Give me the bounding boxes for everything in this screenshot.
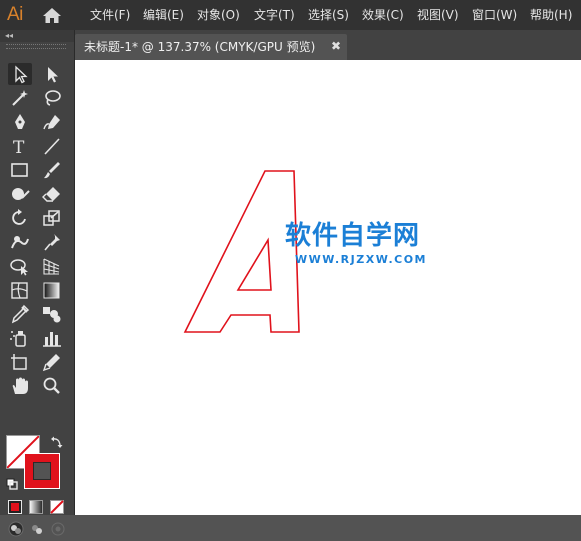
warp-icon[interactable] [8,231,32,253]
menu-file[interactable]: 文件(F) [90,7,130,23]
direct-selection-arrow-icon[interactable] [40,63,64,85]
watermark-url: WWW.RJZXW.COM [295,253,427,266]
draw-inside-icon[interactable] [50,521,66,537]
artboard-canvas[interactable]: 软件自学网 WWW.RJZXW.COM [75,60,581,515]
svg-text:T: T [13,138,25,157]
line-segment-icon[interactable] [40,135,64,157]
rectangle-icon[interactable] [8,159,32,181]
document-tab[interactable]: 未标题-1* @ 137.37% (CMYK/GPU 预览) ✖ [75,34,347,60]
none-mode-icon[interactable] [50,499,64,514]
stroke-swatch-hole [33,462,51,480]
puppet-warp-icon[interactable] [40,231,64,253]
menu-effect[interactable]: 效果(C) [362,7,404,23]
collapse-icon[interactable]: ◂◂ [5,31,13,41]
menu-view[interactable]: 视图(V) [417,7,459,23]
swap-fill-stroke-icon[interactable] [50,434,64,448]
pen-icon[interactable] [8,111,32,133]
menu-window[interactable]: 窗口(W) [472,7,517,23]
draw-normal-icon[interactable] [8,521,24,537]
blend-icon[interactable] [40,303,64,325]
stroke-swatch[interactable] [24,453,60,489]
menu-type[interactable]: 文字(T) [254,7,295,23]
panel-grip[interactable] [6,44,66,49]
app-logo: Ai [7,4,23,25]
perspective-grid-icon[interactable] [40,255,64,277]
gradient-icon[interactable] [40,279,64,301]
letter-a-counter [236,237,272,291]
magic-wand-icon[interactable] [8,87,32,109]
zoom-icon[interactable] [40,375,64,397]
type-icon[interactable]: T [8,135,32,157]
menu-object[interactable]: 对象(O) [197,7,240,23]
column-graph-icon[interactable] [40,327,64,349]
eraser-icon[interactable] [40,183,64,205]
paintbrush-icon[interactable] [40,159,64,181]
home-icon[interactable] [42,7,62,24]
slice-icon[interactable] [40,351,64,373]
shaper-icon[interactable] [8,183,32,205]
menu-bar: Ai 文件(F) 编辑(E) 对象(O) 文字(T) 选择(S) 效果(C) 视… [0,0,581,30]
selection-arrow-icon[interactable] [8,63,32,85]
default-fill-stroke-icon[interactable] [6,475,18,490]
document-tab-label: 未标题-1* @ 137.37% (CMYK/GPU 预览) [84,40,316,54]
close-icon[interactable]: ✖ [331,39,341,54]
rotate-icon[interactable] [8,207,32,229]
document-tab-bar: 未标题-1* @ 137.37% (CMYK/GPU 预览) ✖ [75,30,581,60]
hand-icon[interactable] [8,375,32,397]
menu-edit[interactable]: 编辑(E) [143,7,184,23]
artboard-icon[interactable] [8,351,32,373]
menu-select[interactable]: 选择(S) [308,7,349,23]
lasso-icon[interactable] [40,87,64,109]
draw-behind-icon[interactable] [29,521,45,537]
letter-a-artwork[interactable] [75,60,581,515]
menu-help[interactable]: 帮助(H) [530,7,572,23]
letter-a-outline [183,170,300,333]
symbol-sprayer-icon[interactable] [8,327,32,349]
curvature-pen-icon[interactable] [40,111,64,133]
mesh-icon[interactable] [8,279,32,301]
tools-panel-header: ◂◂ [0,30,74,42]
tools-panel: ◂◂ T [0,30,75,537]
shape-builder-icon[interactable] [8,255,32,277]
watermark-title: 软件自学网 [285,221,421,251]
gradient-mode-icon[interactable] [29,499,43,514]
color-mode-icon[interactable] [8,499,22,514]
eyedropper-icon[interactable] [8,303,32,325]
scale-icon[interactable] [40,207,64,229]
